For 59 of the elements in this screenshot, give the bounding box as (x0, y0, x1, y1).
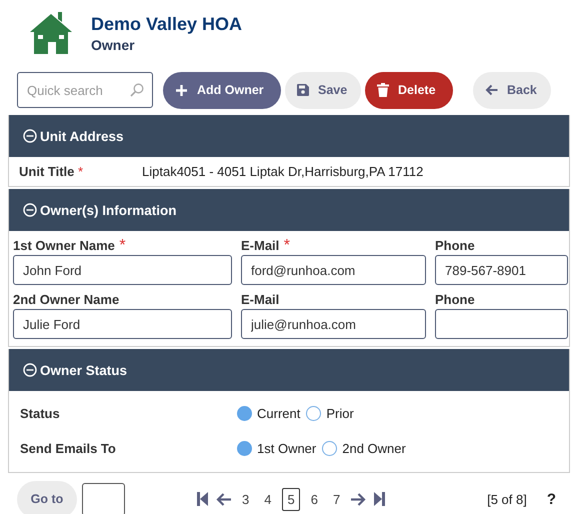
section-header[interactable]: Unit Address (9, 115, 569, 157)
save-button[interactable]: Save (285, 72, 361, 108)
required-mark: * (284, 237, 290, 254)
record-count: [5 of 8] (487, 492, 527, 506)
section-title: Owner(s) Information (40, 202, 177, 218)
section-header[interactable]: Owner Status (9, 349, 569, 391)
radio-label: Prior (326, 406, 354, 421)
save-icon (297, 84, 309, 96)
add-owner-button[interactable]: Add Owner (163, 72, 281, 108)
next-page-icon[interactable] (351, 492, 366, 506)
plus-icon (175, 84, 188, 96)
back-button[interactable]: Back (473, 72, 551, 108)
radio-label: Current (257, 406, 300, 421)
input-field[interactable]: 789-567-8901 (435, 255, 568, 285)
input-field[interactable]: John Ford (13, 255, 232, 285)
field-label: 1st Owner Name (13, 238, 115, 253)
radio-button[interactable] (306, 406, 322, 421)
help-link[interactable]: ? (546, 490, 556, 508)
field-label: Status (20, 406, 61, 421)
input-field[interactable]: ford@runhoa.com (241, 255, 426, 285)
delete-button[interactable]: Delete (365, 72, 453, 108)
first-page-icon[interactable] (197, 492, 209, 506)
input-field[interactable] (435, 309, 568, 339)
app-title: Demo Valley HOA (91, 14, 242, 34)
required-mark: * (78, 164, 84, 179)
page-number-field[interactable] (82, 482, 125, 514)
field-label: E-Mail (241, 238, 280, 253)
field-label: 2nd Owner Name (13, 292, 120, 307)
page-subtitle: Owner (91, 36, 136, 52)
page-link[interactable]: 7 (328, 488, 344, 510)
page-link[interactable]: 4 (260, 488, 276, 510)
trash-icon (377, 83, 389, 97)
page-link[interactable]: 6 (306, 488, 322, 510)
last-page-icon[interactable] (373, 492, 386, 506)
unit-address-text: Liptak4051 - 4051 Liptak Dr,Harrisburg,PA 17112 (142, 164, 424, 179)
page-link[interactable]: 5 (282, 488, 300, 510)
field-label: Unit Title (19, 164, 74, 179)
search-field[interactable]: Quick search (17, 72, 153, 108)
radio-button[interactable] (237, 441, 252, 456)
go-to-button[interactable]: Go to (17, 480, 77, 514)
radio-label: 2nd Owner (342, 441, 406, 456)
input-field[interactable]: julie@runhoa.com (241, 309, 426, 339)
radio-button[interactable] (237, 406, 252, 421)
radio-button[interactable] (322, 441, 338, 456)
section-title: Owner Status (40, 362, 128, 378)
section-header[interactable]: Owner(s) Information (9, 189, 569, 231)
section-title: Unit Address (40, 128, 124, 144)
page-link[interactable]: 3 (238, 488, 254, 510)
arrow-left-icon (485, 84, 498, 96)
required-mark: * (119, 237, 126, 254)
previous-page-icon[interactable] (216, 492, 231, 506)
field-label: E-Mail (241, 292, 280, 307)
field-label: Phone (435, 292, 475, 307)
input-field[interactable]: Julie Ford (13, 309, 232, 339)
field-label: Phone (435, 238, 475, 253)
house-logo-icon (28, 10, 74, 56)
radio-label: 1st Owner (257, 441, 316, 456)
search-icon (130, 83, 144, 97)
field-label: Send Emails To (20, 441, 117, 456)
